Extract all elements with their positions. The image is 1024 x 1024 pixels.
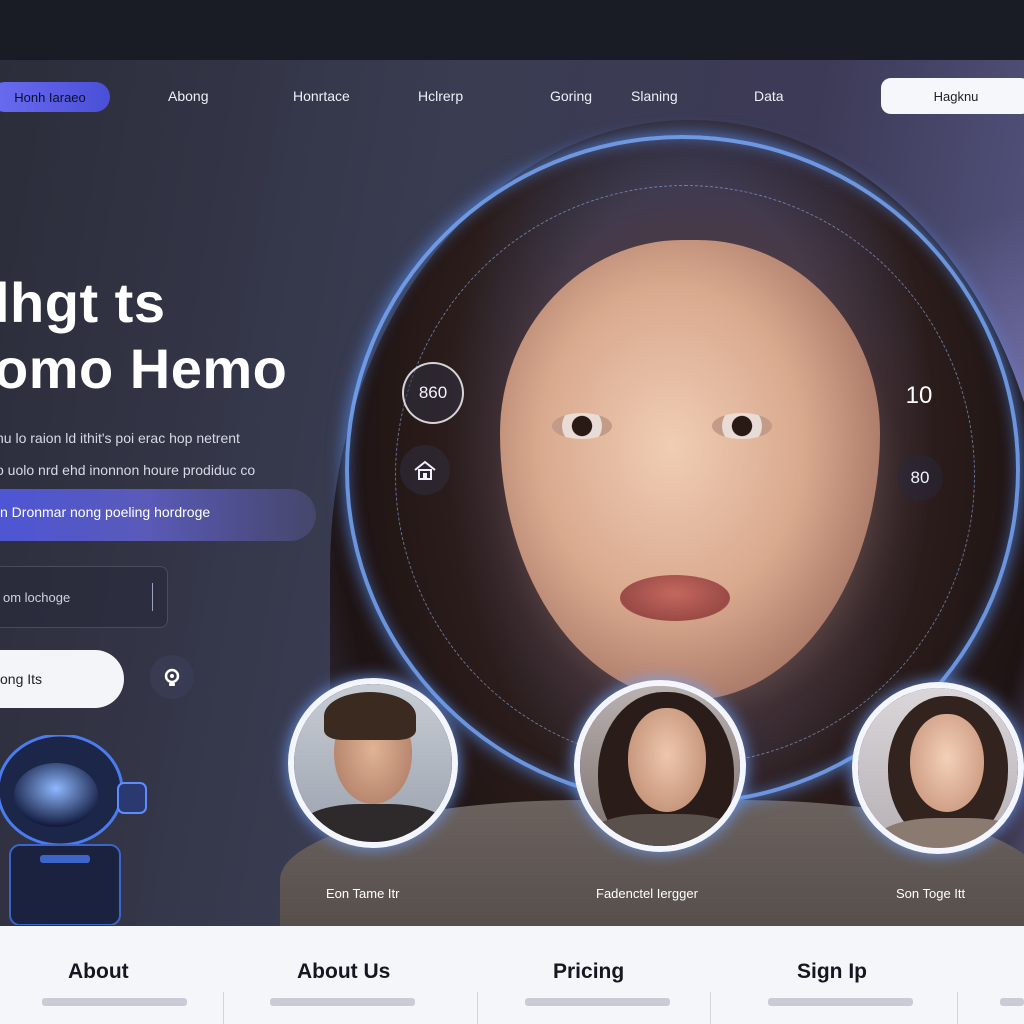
browser-top-strip: [0, 0, 1024, 60]
nav-link-5[interactable]: Slaning: [631, 88, 678, 104]
profile-caption-1: Eon Tame Itr: [326, 886, 400, 901]
footer-text-placeholder: [525, 998, 670, 1006]
nav-link-2[interactable]: Honrtace: [293, 88, 350, 104]
brand-button[interactable]: Honh Iaraeo: [0, 82, 110, 112]
hero-headline-line-1: lhgt ts: [0, 271, 166, 334]
footer-text-placeholder: [42, 998, 187, 1006]
search-text: om lochoge: [3, 590, 71, 605]
hero-cta-label: n Dronmar nong poeling hordroge: [0, 504, 211, 520]
home-icon[interactable]: [400, 445, 450, 495]
hero-description-line-2: o uolo nrd ehd inonnon houre prodiduc co: [0, 462, 256, 478]
text-caret: [152, 583, 153, 611]
footer-divider: [477, 992, 478, 1024]
footer-link-about-us[interactable]: About Us: [297, 960, 390, 984]
footer-text-placeholder: [270, 998, 415, 1006]
nav-link-1[interactable]: Abong: [168, 88, 208, 104]
badge-small: 80: [897, 455, 943, 501]
badge-counter: 10: [905, 382, 933, 409]
footer-link-sign-up[interactable]: Sign Ip: [797, 960, 867, 984]
hero-headline-line-2: omo Hemo: [0, 337, 288, 400]
profile-thumbnail-3[interactable]: [852, 682, 1024, 854]
nav-link-4[interactable]: Goring: [550, 88, 592, 104]
location-pin-icon[interactable]: [150, 655, 194, 699]
hero-cta-banner[interactable]: n Dronmar nong poeling hordroge: [0, 489, 316, 541]
hero-description-line-1: hu lo raion ld ithit's poi erac hop netr…: [0, 430, 240, 446]
get-started-button[interactable]: ong Its: [0, 650, 124, 708]
hero-inner-ring: [395, 185, 975, 765]
footer-link-pricing[interactable]: Pricing: [553, 960, 624, 984]
nav-link-3[interactable]: Hclrerp: [418, 88, 463, 104]
search-field[interactable]: om lochoge: [0, 566, 168, 628]
footer: About About Us Pricing Sign Ip: [0, 926, 1024, 1024]
footer-link-about[interactable]: About: [68, 960, 129, 984]
profile-caption-3: Son Toge Itt: [896, 886, 966, 901]
footer-divider: [710, 992, 711, 1024]
nav-link-6[interactable]: Data: [754, 88, 784, 104]
badge-score: 860: [402, 362, 464, 424]
profile-thumbnail-1[interactable]: [288, 678, 458, 848]
footer-divider: [223, 992, 224, 1024]
footer-text-placeholder: [1000, 998, 1024, 1006]
robot-illustration: [0, 735, 147, 925]
login-button[interactable]: Hagknu: [881, 78, 1024, 114]
footer-divider: [957, 992, 958, 1024]
profile-thumbnail-2[interactable]: [574, 680, 746, 852]
profile-caption-2: Fadenctel Iergger: [596, 886, 698, 901]
footer-text-placeholder: [768, 998, 913, 1006]
